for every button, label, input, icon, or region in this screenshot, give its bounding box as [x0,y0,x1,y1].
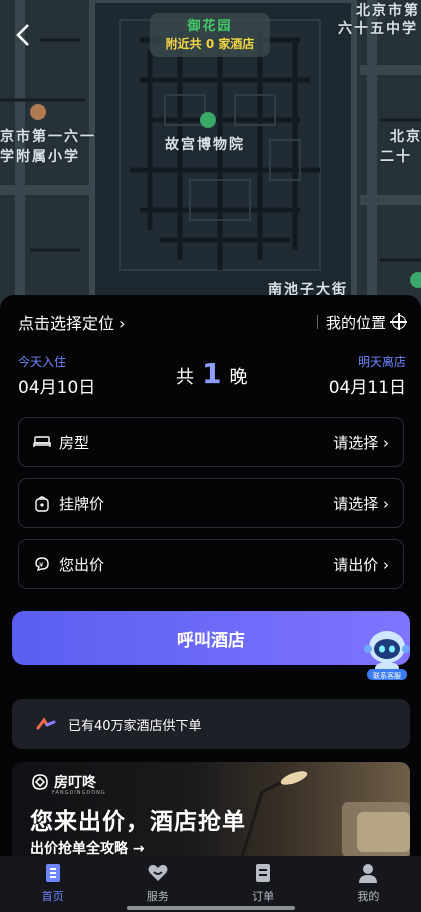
brand-subtitle: FANGDINGDONG [52,790,106,796]
room-type-label: 房型 [59,433,90,452]
banner-guide-link[interactable]: 出价抢单全攻略 → [30,838,145,857]
your-bid-value: 请出价 › [333,555,389,574]
bed-icon [33,433,51,451]
notice-text: 已有40万家酒店供下单 [68,718,202,734]
brand-name: 房叮咚 [54,775,96,791]
badge-hotel-count: 附近共 0 家酒店 [165,37,255,51]
checkout-date[interactable]: 明天离店 04月11日 [329,353,406,398]
checkout-caption: 明天离店 [357,355,406,369]
map-view[interactable]: 京市第一六一 学附属小学 故宫博物院 南池子大街 北京市第 六十五中学 北京 二… [0,0,421,310]
room-type-value: 请选择 › [333,433,389,452]
hotel-count-notice: 已有40万家酒店供下单 [12,699,410,749]
chevron-left-icon [16,24,29,46]
checkin-caption: 今天入住 [18,355,67,369]
map-label-school-1: 京市第一六一 [0,129,96,145]
tab-orders[interactable]: 订单 [211,856,316,912]
divider [316,315,318,329]
back-button[interactable] [12,22,38,52]
my-location-button[interactable]: 我的位置 [316,312,407,333]
school-marker-icon[interactable] [30,104,46,120]
date-selector[interactable]: 今天入住 04月10日 共 1 晚 明天离店 04月11日 [18,353,406,398]
robot-tag: 联系客服 [373,671,401,680]
map-label-ne-2: 六十五中学 [338,21,418,37]
map-label-e-2: 二十 [380,149,412,165]
your-bid-label: 您出价 [59,555,105,574]
listed-price-label: 挂牌价 [59,494,105,513]
home-icon [45,864,60,882]
svg-text:¥: ¥ [39,561,44,569]
map-label-school-2: 学附属小学 [0,149,80,165]
brand-mark-icon [32,774,48,790]
tab-home-label: 首页 [41,890,64,903]
banner-slogan: 您来出价，酒店抢单 [30,809,246,835]
price-tag-icon [33,494,51,512]
listed-price-value: 请选择 › [333,494,389,513]
order-icon [256,864,271,882]
promo-banner[interactable]: 房叮咚 FANGDINGDONG 您来出价，酒店抢单 出价抢单全攻略 → [12,762,410,857]
map-label-museum: 故宫博物院 [165,137,245,153]
select-location-button[interactable]: 点击选择定位 › [18,310,126,334]
bid-icon: ¥ [33,555,51,573]
nights-suffix: 晚 [229,367,248,388]
booking-panel: 点击选择定位 › 我的位置 今天入住 04月10日 共 1 晚 明天离店 04月… [0,295,421,912]
tab-profile[interactable]: 我的 [316,856,421,912]
nights-prefix: 共 [176,367,194,388]
customer-service-button[interactable]: 联系客服 [362,627,412,681]
spark-logo-icon [36,717,56,730]
tab-service[interactable]: 服务 [105,856,210,912]
robot-mascot-icon: 联系客服 [364,631,410,680]
brand-logo: 房叮咚 [30,772,96,792]
profile-icon [359,864,378,883]
tab-orders-label: 订单 [252,890,275,903]
crosshair-icon [390,313,407,330]
checkout-value: 04月11日 [328,378,406,398]
listed-price-row[interactable]: 挂牌价 请选择 › [18,478,404,528]
tab-service-label: 服务 [146,890,169,903]
my-location-label: 我的位置 [325,313,386,332]
map-label-ne-1: 北京市第 [356,3,420,19]
bottom-tab-bar: 首页 服务 订单 我的 [0,856,421,912]
map-location-badge: 御花园 附近共 0 家酒店 [150,13,270,57]
room-type-row[interactable]: 房型 请选择 › [18,417,404,467]
nights-number: 1 [202,357,222,390]
tab-home[interactable]: 首页 [0,856,105,912]
call-hotel-button[interactable]: 呼叫酒店 [12,611,410,665]
heart-icon [148,864,168,881]
checkin-value: 04月10日 [18,378,96,398]
map-label-e-1: 北京 [390,129,421,145]
location-row: 点击选择定位 › 我的位置 [18,309,407,335]
tab-profile-label: 我的 [357,890,380,903]
badge-place-name: 御花园 [187,19,233,34]
museum-marker-icon[interactable] [200,112,216,128]
your-bid-row[interactable]: ¥ 您出价 请出价 › [18,539,404,589]
checkin-date[interactable]: 今天入住 04月10日 [18,353,95,398]
home-indicator[interactable] [127,906,295,910]
poi-marker-icon[interactable] [410,272,421,288]
nights-count: 共 1 晚 [176,357,247,390]
